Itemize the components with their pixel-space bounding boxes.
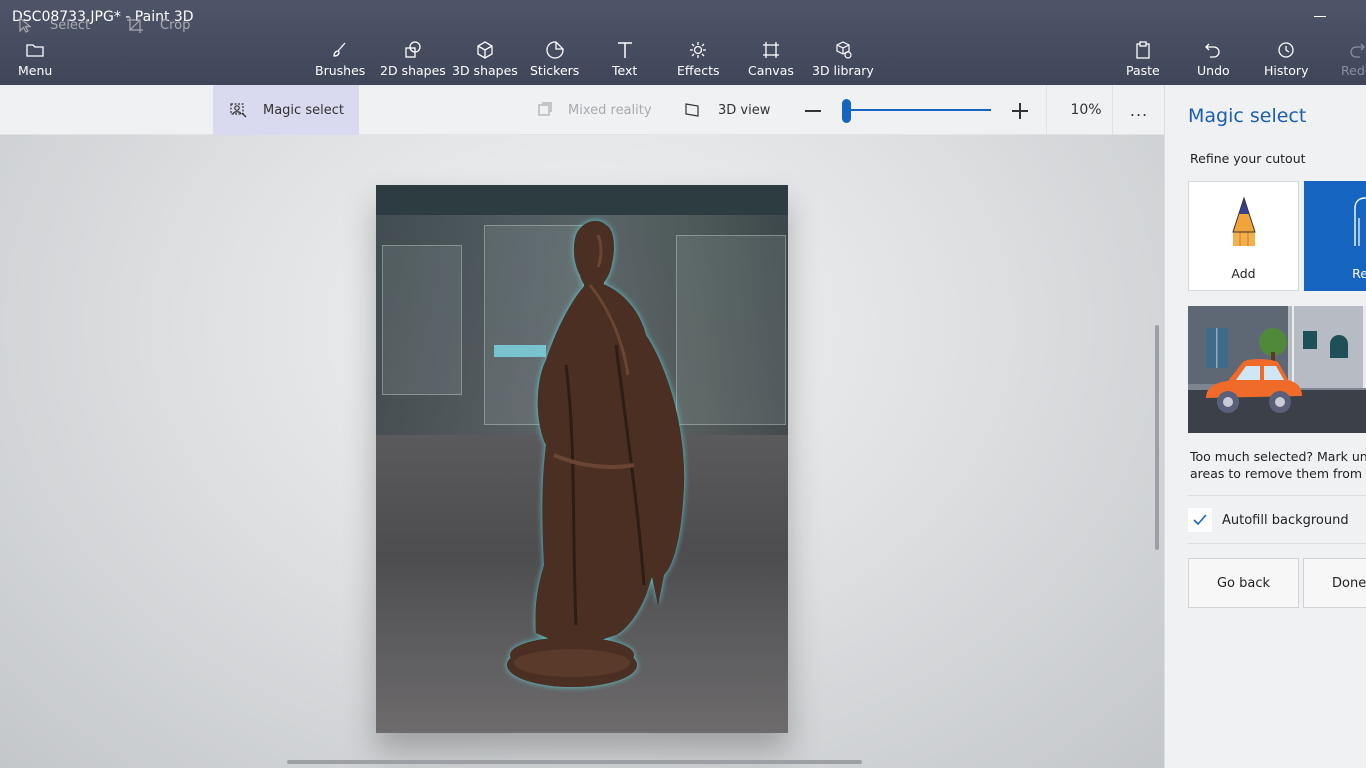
paste-button[interactable]: Paste (1126, 40, 1160, 82)
tool-text[interactable]: Text (612, 40, 637, 82)
tool-label: 3D library (812, 63, 874, 78)
tool-3d-library[interactable]: 3D library (812, 40, 874, 82)
zoom-level[interactable]: 10% (1060, 85, 1112, 135)
checkmark-icon (1193, 514, 1207, 526)
tool-label: Effects (677, 63, 720, 78)
statue-selection[interactable] (376, 185, 788, 733)
undo-icon (1205, 43, 1220, 58)
brush-icon (333, 42, 346, 57)
undo-button[interactable]: Undo (1197, 40, 1230, 82)
redo-label: Redo (1341, 63, 1366, 78)
zoom-slider[interactable] (847, 109, 991, 111)
text-icon (617, 42, 632, 58)
select-button[interactable]: Select (16, 0, 90, 50)
redo-icon (1350, 43, 1365, 58)
tool-label: Stickers (530, 63, 580, 78)
crop-icon (127, 17, 143, 33)
zoom-in-button-vertical[interactable] (1019, 103, 1021, 119)
divider (1188, 543, 1366, 544)
more-options-button[interactable]: ... (1128, 85, 1150, 135)
3d-view-toggle[interactable]: 3D view (684, 85, 770, 135)
divider (1112, 85, 1113, 135)
divider (1188, 495, 1366, 496)
magic-select-label: Magic select (263, 102, 344, 118)
cursor-icon (19, 16, 32, 33)
magic-select-button[interactable]: Magic select (213, 85, 359, 135)
go-back-button[interactable]: Go back (1188, 558, 1299, 608)
3d-library-icon (836, 41, 852, 59)
zoom-slider-thumb[interactable] (842, 99, 851, 123)
cutout-preview-image (1188, 306, 1366, 433)
help-line: Too much selected? Mark unwanted (1190, 449, 1366, 464)
3d-view-icon (685, 103, 699, 117)
clipboard-icon (1136, 41, 1150, 59)
history-button[interactable]: History (1264, 40, 1308, 82)
canvas-icon (762, 42, 779, 58)
remove-button[interactable]: Remove (1304, 181, 1366, 291)
car-illustration (1188, 306, 1366, 433)
autofill-background-checkbox[interactable]: Autofill background (1188, 505, 1349, 535)
minimize-button[interactable] (1314, 16, 1326, 17)
select-label: Select (50, 17, 91, 33)
panel-title: Magic select (1188, 105, 1307, 127)
2d-shapes-icon (405, 41, 421, 58)
photo-canvas[interactable] (376, 185, 788, 733)
crop-button[interactable]: Crop (126, 0, 190, 50)
redo-button[interactable]: Redo (1341, 40, 1366, 82)
magic-select-panel: Magic select Refine your cutout Add Remo… (1164, 85, 1366, 768)
eraser-icon (1354, 197, 1366, 246)
tool-2d-shapes[interactable]: 2D shapes (380, 40, 446, 82)
tool-label: Brushes (315, 63, 366, 78)
pencil-icon (1231, 196, 1256, 246)
mixed-reality-icon (538, 102, 552, 116)
vertical-scrollbar[interactable] (1155, 325, 1159, 550)
add-button[interactable]: Add (1188, 181, 1299, 291)
history-label: History (1264, 63, 1309, 78)
help-line: areas to remove them from your (1190, 466, 1366, 481)
effects-icon (690, 42, 707, 58)
mixed-reality-button[interactable]: Mixed reality (536, 85, 652, 135)
tool-effects[interactable]: Effects (677, 40, 720, 82)
tool-label: 2D shapes (380, 63, 446, 78)
help-text: Too much selected? Mark unwanted areas t… (1190, 448, 1366, 482)
stickers-icon (546, 41, 564, 59)
crop-label: Crop (160, 17, 191, 33)
canvas-workspace[interactable] (0, 135, 1164, 768)
tool-3d-shapes[interactable]: 3D shapes (452, 40, 518, 82)
mixed-reality-label: Mixed reality (568, 102, 652, 118)
remove-label: Remove (1352, 266, 1366, 281)
tool-label: 3D shapes (452, 63, 518, 78)
checkbox[interactable] (1188, 508, 1212, 532)
divider (1046, 85, 1047, 135)
panel-subtitle: Refine your cutout (1190, 151, 1306, 166)
magic-select-icon (230, 103, 247, 118)
add-label: Add (1231, 266, 1256, 281)
menu-label: Menu (18, 63, 53, 78)
tool-canvas[interactable]: Canvas (748, 40, 794, 82)
tool-brushes[interactable]: Brushes (315, 40, 365, 82)
app-header: DSC08733.JPG* - Paint 3D Menu Brushes 2D… (0, 0, 1366, 85)
zoom-out-button[interactable] (805, 110, 821, 112)
3d-shapes-icon (477, 41, 493, 59)
3d-view-label: 3D view (718, 102, 771, 118)
done-button[interactable]: Done (1303, 558, 1366, 608)
paste-label: Paste (1126, 63, 1160, 78)
tool-label: Canvas (748, 63, 794, 78)
undo-label: Undo (1197, 63, 1230, 78)
autofill-label: Autofill background (1222, 512, 1349, 528)
tool-stickers[interactable]: Stickers (530, 40, 579, 82)
history-icon (1278, 42, 1294, 58)
tool-label: Text (612, 63, 638, 78)
horizontal-scrollbar[interactable] (287, 760, 862, 764)
